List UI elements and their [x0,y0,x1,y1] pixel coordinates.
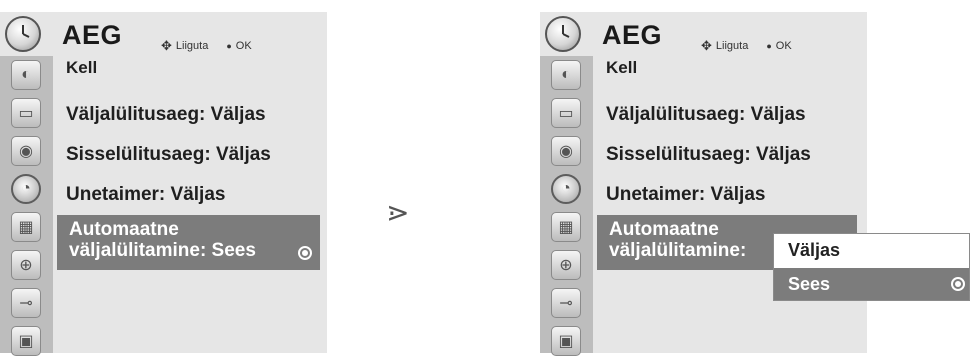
sidebar: ◐ ▭ ◉ ◔ ▦ ⊕ ⊸ ▣ [0,56,53,356]
monitor-icon[interactable]: ▭ [551,98,581,128]
menu-panel-left: AEG ✥ Liiguta ● OK ◐ ▭ ◉ ◔ ▦ ⊕ ⊸ ▣ Kell … [0,12,327,356]
menu-item-sleep-timer[interactable]: Unetaimer: Väljas [66,184,225,206]
auto-off-label-line1: Automaatne [609,219,719,240]
lock-icon[interactable]: ⊕ [551,250,581,280]
menu-item-auto-off[interactable]: Automaatne väljalülitamine: Sees [57,215,320,270]
menu-item-sleep-timer[interactable]: Unetaimer: Väljas [606,184,765,206]
nav-hint: ✥ Liiguta ● OK [701,38,792,54]
cable-icon[interactable]: ⊸ [11,288,41,318]
radio-selected-icon [951,277,965,291]
auto-off-dropdown: Väljas Sees [773,233,970,301]
radio-selected-icon [298,246,312,260]
menu-item-off-time[interactable]: Väljalülitusaeg: Väljas [606,104,806,126]
clock-menu-icon[interactable]: ◔ [551,174,581,204]
cable-icon[interactable]: ⊸ [551,288,581,318]
satellite-icon[interactable]: ◐ [551,60,581,90]
clock-menu-icon[interactable]: ◔ [11,174,41,204]
menu-item-on-time[interactable]: Sisselülitusaeg: Väljas [606,144,811,166]
move-arrows-icon: ✥ [161,38,172,53]
satellite-icon[interactable]: ◐ [11,60,41,90]
page-title: AEG [602,20,663,50]
dropdown-option-on-label: Sees [788,274,831,294]
speaker-icon[interactable]: ◉ [11,136,41,166]
speaker-icon[interactable]: ◉ [551,136,581,166]
nav-hint-label: Liiguta [175,40,209,52]
dropdown-option-on[interactable]: Sees [774,268,969,300]
nav-hint-label: Liiguta [715,40,749,52]
ok-dot-icon: ● [226,41,232,51]
sidebar: ◐ ▭ ◉ ◔ ▦ ⊕ ⊸ ▣ [540,56,593,356]
ok-label: OK [775,40,792,52]
auto-off-label-line2: väljalülitamine: [609,240,747,261]
move-arrows-icon: ✥ [701,38,712,53]
ok-dot-icon: ● [766,41,772,51]
page-title: AEG [62,20,123,50]
menu-item-kell[interactable]: Kell [66,58,97,78]
menu-panel-right: AEG ✥ Liiguta ● OK ◐ ▭ ◉ ◔ ▦ ⊕ ⊸ ▣ Kell … [540,12,867,356]
menu-item-off-time[interactable]: Väljalülitusaeg: Väljas [66,104,266,126]
auto-off-label-line1: Automaatne [69,219,179,240]
calendar-icon[interactable]: ▦ [551,212,581,242]
transition-arrow-icon: ⋗ [386,197,410,228]
dropdown-option-off[interactable]: Väljas [774,234,969,266]
clock-icon [5,16,41,52]
picture-icon[interactable]: ▣ [11,326,41,356]
menu-item-on-time[interactable]: Sisselülitusaeg: Väljas [66,144,271,166]
calendar-icon[interactable]: ▦ [11,212,41,242]
clock-icon [545,16,581,52]
dropdown-option-off-label: Väljas [788,240,841,260]
lock-icon[interactable]: ⊕ [11,250,41,280]
picture-icon[interactable]: ▣ [551,326,581,356]
menu-item-kell[interactable]: Kell [606,58,637,78]
monitor-icon[interactable]: ▭ [11,98,41,128]
ok-label: OK [235,40,252,52]
auto-off-label-line2: väljalülitamine: Sees [69,240,256,261]
nav-hint: ✥ Liiguta ● OK [161,38,252,54]
